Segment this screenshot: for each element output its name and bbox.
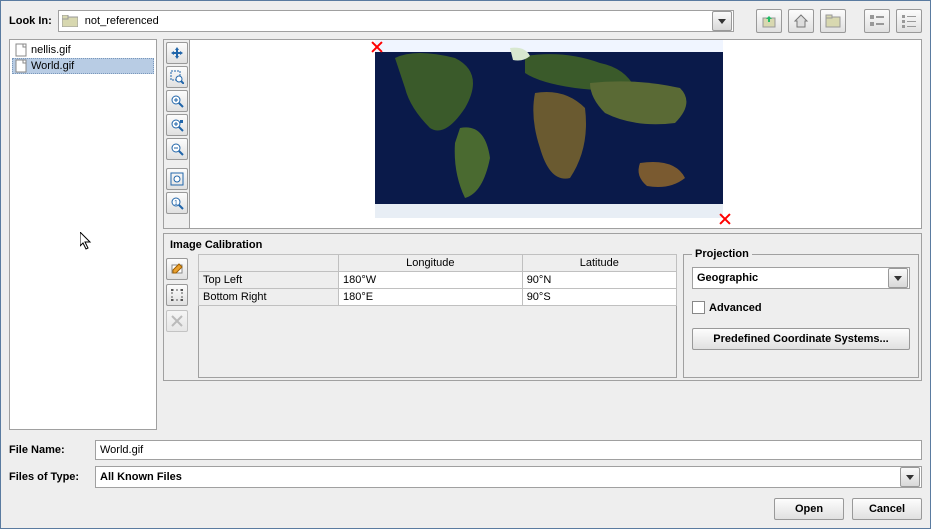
- table-cell[interactable]: 90°S: [522, 289, 676, 306]
- zoom-out-button[interactable]: [166, 138, 188, 160]
- zoom-in-alt-button[interactable]: [166, 114, 188, 136]
- files-of-type-combo[interactable]: All Known Files: [95, 466, 922, 488]
- new-folder-button[interactable]: [820, 9, 846, 33]
- file-icon: [14, 59, 28, 73]
- fit-view-button[interactable]: [166, 168, 188, 190]
- file-name-input[interactable]: [95, 440, 922, 460]
- predefined-coord-systems-button[interactable]: Predefined Coordinate Systems...: [692, 328, 910, 350]
- look-in-label: Look In:: [9, 15, 52, 27]
- cursor-icon: [80, 232, 96, 252]
- file-item[interactable]: nellis.gif: [12, 42, 154, 58]
- table-header-latitude: Latitude: [522, 255, 676, 272]
- table-header-blank: [199, 255, 339, 272]
- up-one-level-button[interactable]: [756, 9, 782, 33]
- file-name-label: File Name:: [9, 444, 89, 456]
- calibration-table[interactable]: Longitude Latitude Top Left 180°W 90°N B…: [198, 254, 677, 378]
- file-icon: [14, 43, 28, 57]
- look-in-combo[interactable]: not_referenced: [58, 10, 734, 32]
- table-header-longitude: Longitude: [339, 255, 523, 272]
- list-view-button[interactable]: [864, 9, 890, 33]
- file-item-label: World.gif: [31, 60, 74, 72]
- files-of-type-dropdown-button[interactable]: [900, 467, 920, 487]
- pan-button[interactable]: [166, 42, 188, 64]
- look-in-value: not_referenced: [81, 15, 711, 27]
- calibration-marker-bottom-right[interactable]: [718, 212, 732, 226]
- file-item-label: nellis.gif: [31, 44, 71, 56]
- calibration-marker-top-left[interactable]: [370, 40, 384, 54]
- folder-icon: [59, 15, 81, 27]
- zoom-in-button[interactable]: [166, 90, 188, 112]
- projection-value: Geographic: [693, 272, 887, 284]
- file-item[interactable]: World.gif: [12, 58, 154, 74]
- actual-size-button[interactable]: 1: [166, 192, 188, 214]
- calibration-title: Image Calibration: [166, 236, 919, 254]
- table-cell: Bottom Right: [199, 289, 339, 306]
- table-row[interactable]: Bottom Right 180°E 90°S: [199, 289, 677, 306]
- svg-text:1: 1: [174, 200, 178, 207]
- edit-point-button[interactable]: [166, 258, 188, 280]
- world-map-preview: [375, 39, 723, 218]
- advanced-checkbox[interactable]: Advanced: [692, 301, 910, 314]
- details-view-button[interactable]: [896, 9, 922, 33]
- files-of-type-label: Files of Type:: [9, 471, 89, 483]
- table-row[interactable]: Top Left 180°W 90°N: [199, 272, 677, 289]
- table-cell[interactable]: 90°N: [522, 272, 676, 289]
- select-area-button[interactable]: [166, 284, 188, 306]
- home-button[interactable]: [788, 9, 814, 33]
- preview-toolbar: 1: [163, 39, 189, 229]
- projection-dropdown-button[interactable]: [888, 268, 908, 288]
- look-in-dropdown-button[interactable]: [712, 11, 732, 31]
- table-cell: Top Left: [199, 272, 339, 289]
- projection-legend: Projection: [692, 248, 752, 260]
- checkbox-box-icon: [692, 301, 705, 314]
- zoom-box-button[interactable]: [166, 66, 188, 88]
- cancel-button[interactable]: Cancel: [852, 498, 922, 520]
- table-cell[interactable]: 180°W: [339, 272, 523, 289]
- projection-group: Projection Geographic Advanced Predefine…: [683, 254, 919, 378]
- files-of-type-value: All Known Files: [96, 471, 899, 483]
- open-button[interactable]: Open: [774, 498, 844, 520]
- advanced-label: Advanced: [709, 302, 762, 314]
- file-list[interactable]: nellis.gif World.gif: [9, 39, 157, 430]
- delete-point-button[interactable]: [166, 310, 188, 332]
- image-preview[interactable]: [189, 39, 922, 229]
- table-cell[interactable]: 180°E: [339, 289, 523, 306]
- projection-combo[interactable]: Geographic: [692, 267, 910, 289]
